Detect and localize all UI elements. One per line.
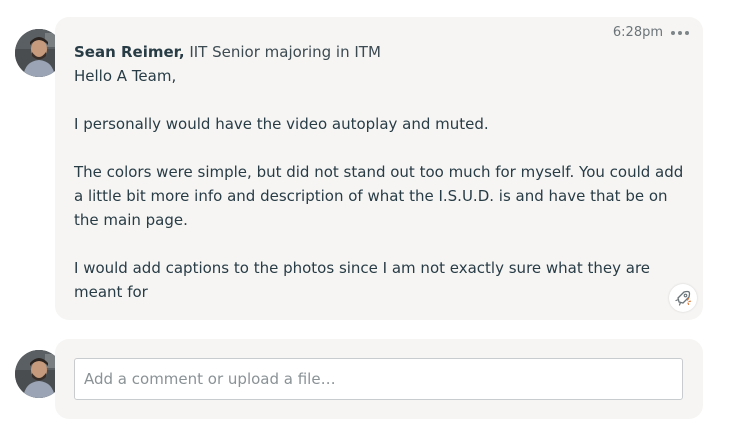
boost-button[interactable] bbox=[669, 284, 697, 312]
comment-timestamp[interactable]: 6:28pm bbox=[613, 25, 663, 40]
comment-input[interactable] bbox=[74, 358, 683, 400]
more-options-icon[interactable] bbox=[671, 27, 689, 39]
boost-rocket-icon bbox=[675, 290, 692, 306]
composer-bubble bbox=[55, 339, 703, 419]
comment-meta: 6:28pm bbox=[613, 25, 689, 40]
comment-body: Sean Reimer, IIT Senior majoring in ITM … bbox=[74, 40, 684, 304]
comment-bubble: 6:28pm Sean Reimer, IIT Senior majoring … bbox=[55, 17, 703, 320]
author-line: Sean Reimer, IIT Senior majoring in ITM bbox=[74, 40, 684, 64]
comment-paragraph: I would add captions to the photos since… bbox=[74, 259, 651, 301]
author-title: IIT Senior majoring in ITM bbox=[184, 43, 381, 61]
comment-paragraph: The colors were simple, but did not stan… bbox=[74, 163, 684, 229]
comment-paragraph: Hello A Team, bbox=[74, 67, 177, 85]
author-name[interactable]: Sean Reimer, bbox=[74, 43, 185, 61]
comment-paragraph: I personally would have the video autopl… bbox=[74, 115, 489, 133]
